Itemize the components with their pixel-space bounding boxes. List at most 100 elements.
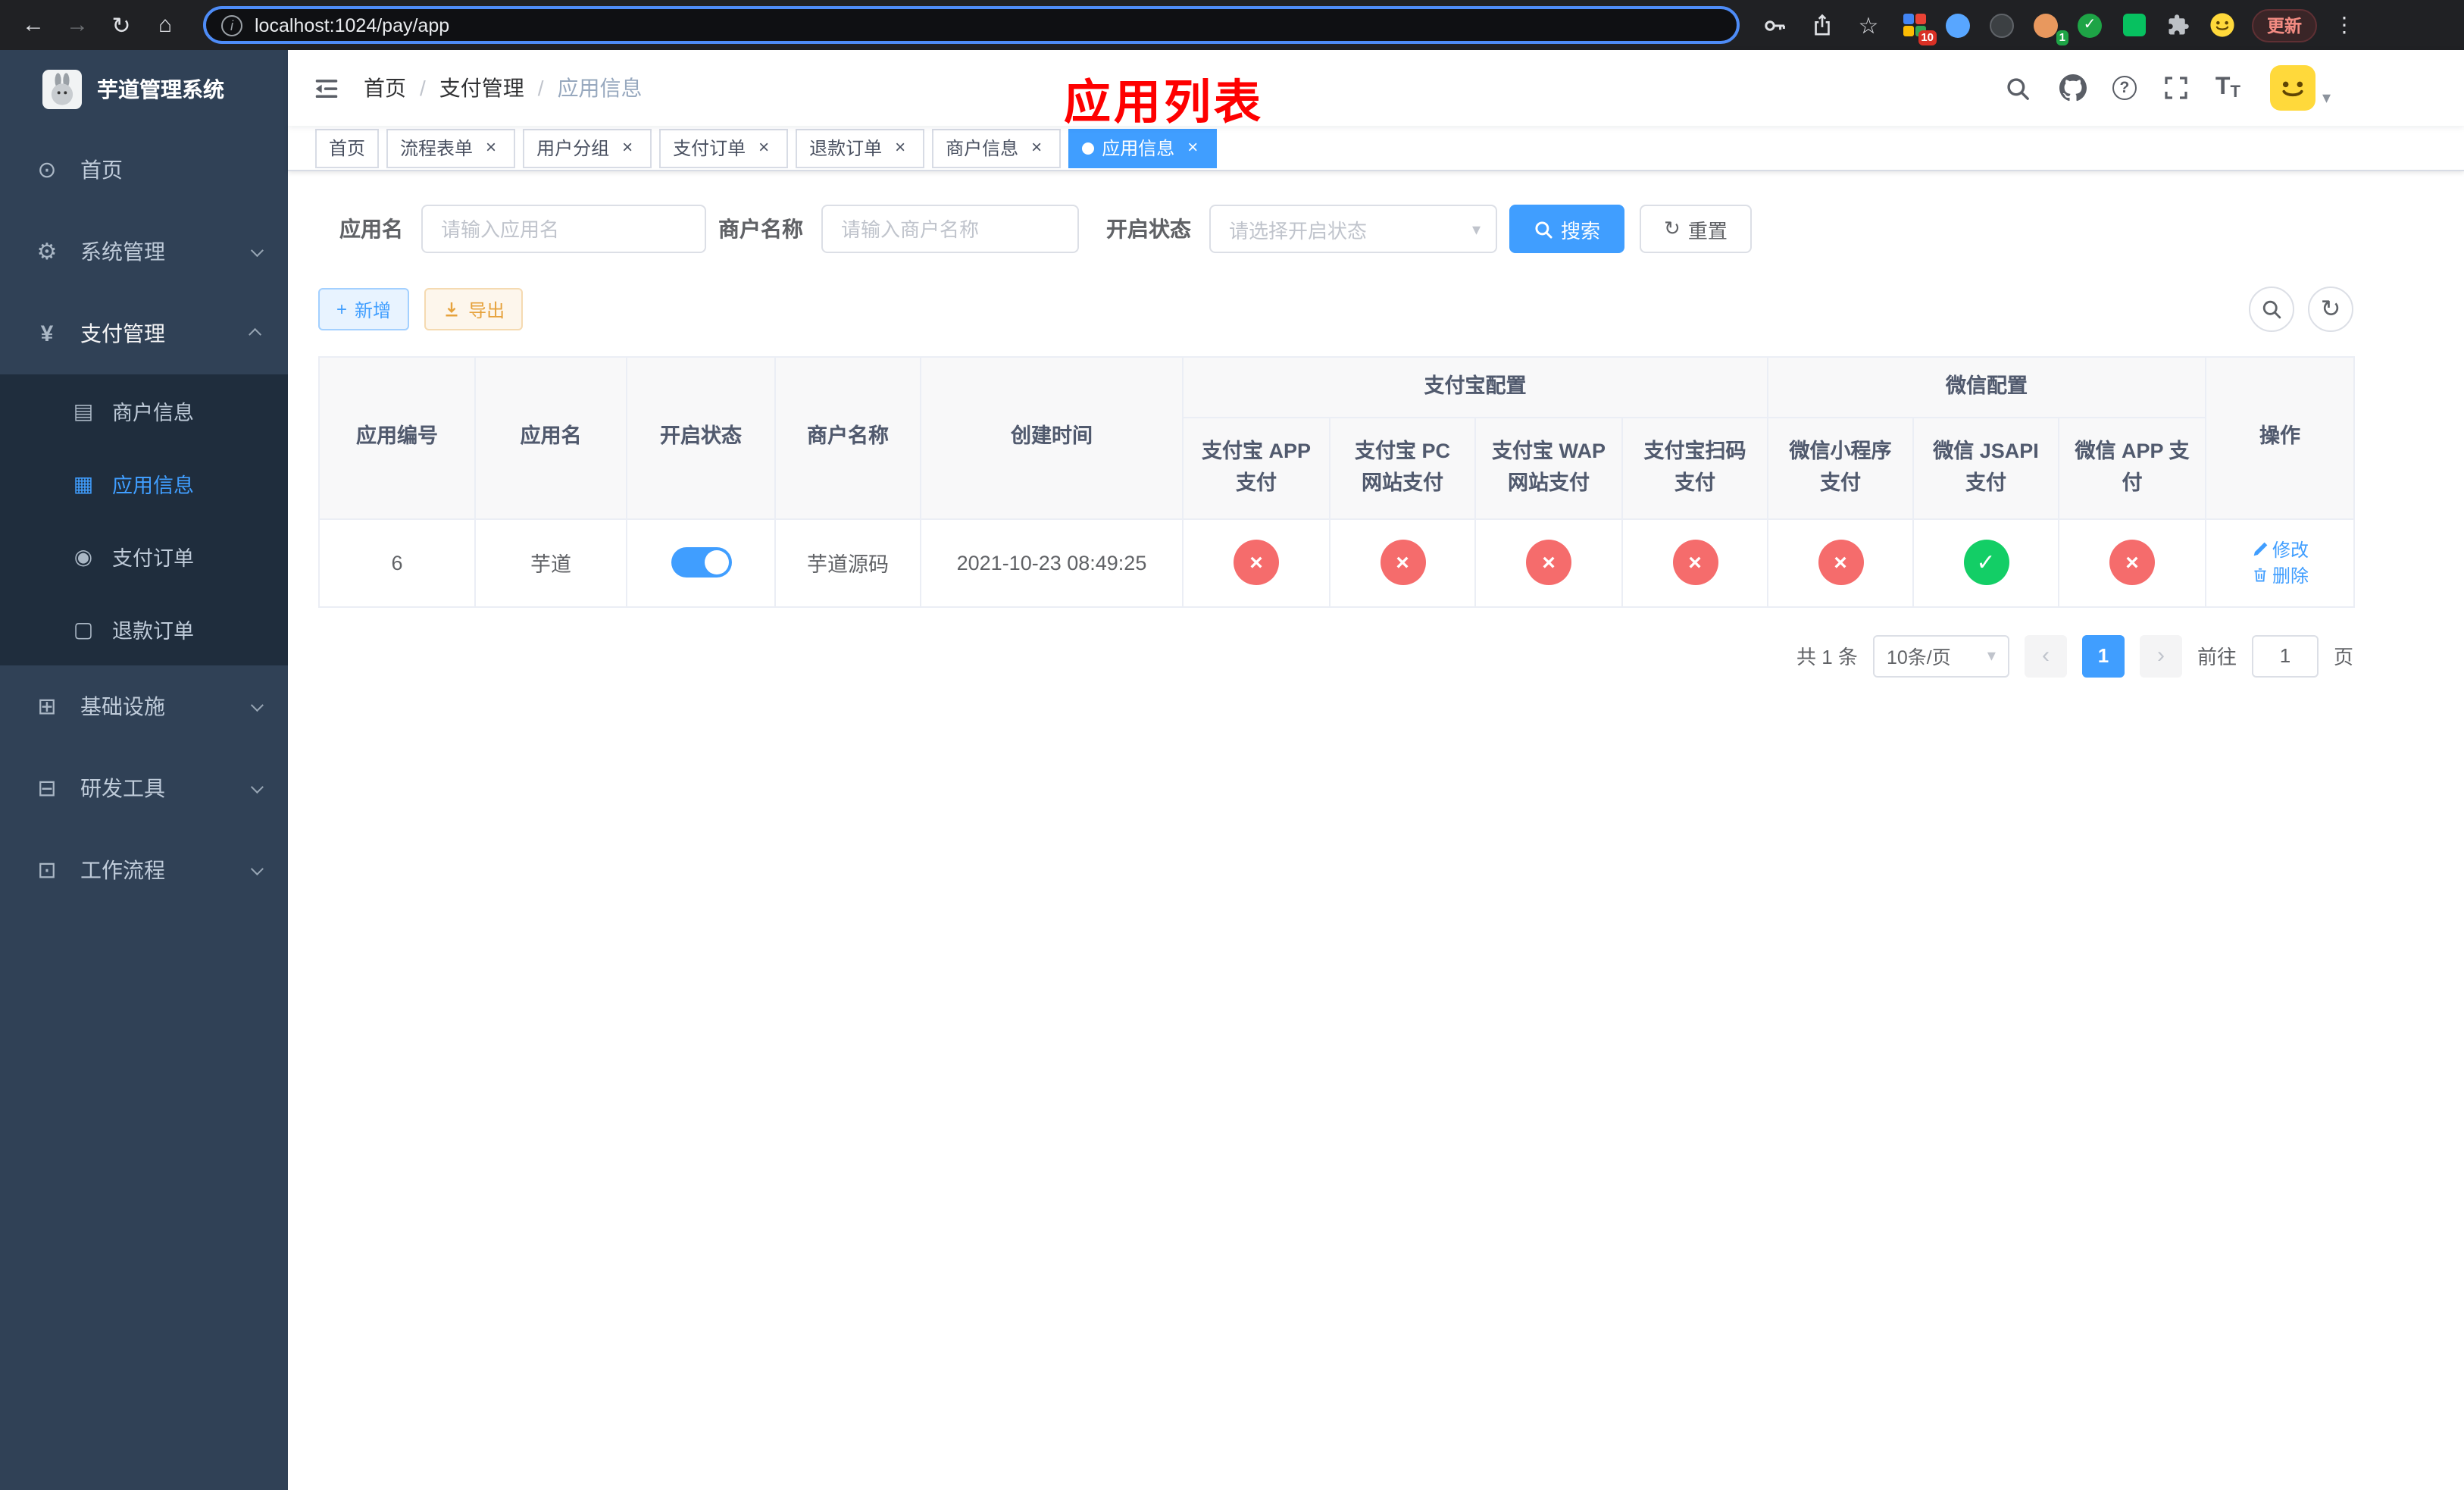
sidebar-item-system[interactable]: ⚙ 系统管理 <box>0 211 288 293</box>
reset-button[interactable]: ↻ 重置 <box>1640 205 1752 253</box>
page-size-select[interactable]: 10条/页 ▾ <box>1872 634 2009 678</box>
infrastructure-icon: ⊞ <box>37 694 57 720</box>
extension-avatar-icon[interactable]: 1 <box>2032 11 2068 45</box>
plus-icon: + <box>336 299 348 320</box>
bookmark-star-icon[interactable]: ☆ <box>1853 10 1884 40</box>
logo-rabbit-icon <box>42 70 82 109</box>
url-bar[interactable]: i localhost:1024/pay/app <box>203 6 1740 44</box>
chevron-down-icon <box>250 244 264 258</box>
help-icon[interactable]: ? <box>2112 76 2137 100</box>
browser-menu-icon[interactable]: ⋮ <box>2334 12 2355 38</box>
extension-check-icon[interactable]: ✓ <box>2076 11 2103 39</box>
wechat-app-status-icon: × <box>2109 540 2155 586</box>
add-button[interactable]: + 新增 <box>318 288 410 330</box>
tab-user-group[interactable]: 用户分组 × <box>523 128 652 167</box>
sidebar-item-refund-order[interactable]: ▢ 退款订单 <box>0 593 288 665</box>
tab-close-icon[interactable]: × <box>480 136 502 158</box>
user-menu[interactable]: ▾ <box>2270 65 2331 111</box>
tab-process-form[interactable]: 流程表单 × <box>386 128 516 167</box>
screen: ← → ↻ ⌂ i localhost:1024/pay/app ☆ 10 1 … <box>0 0 2464 1490</box>
sidebar-item-payment-order[interactable]: ◉ 支付订单 <box>0 520 288 593</box>
password-key-icon[interactable] <box>1759 10 1790 40</box>
tab-close-icon[interactable]: × <box>1026 136 1047 158</box>
tab-close-icon[interactable]: × <box>617 136 638 158</box>
url-text: localhost:1024/pay/app <box>255 14 450 36</box>
prev-page-button[interactable]: ‹ <box>2024 634 2067 678</box>
chevron-down-icon: ▾ <box>1471 221 1481 239</box>
extensions-puzzle-icon[interactable] <box>2164 11 2191 39</box>
page-info-icon[interactable]: i <box>221 14 242 36</box>
extension-blue-icon[interactable] <box>1944 11 1972 39</box>
export-button[interactable]: 导出 <box>424 288 524 330</box>
extension-green-square-icon[interactable] <box>2120 11 2147 39</box>
tab-close-icon[interactable]: × <box>890 136 911 158</box>
alipay-app-status-icon: × <box>1234 540 1279 586</box>
share-icon[interactable] <box>1806 10 1837 40</box>
sidebar-item-app-info[interactable]: ▦ 应用信息 <box>0 447 288 520</box>
refresh-table-button[interactable]: ↻ <box>2308 286 2353 332</box>
browser-update-button[interactable]: 更新 <box>2252 8 2317 42</box>
status-select[interactable]: 请选择开启状态 ▾ <box>1209 205 1497 253</box>
search-button[interactable]: 搜索 <box>1509 205 1625 253</box>
app-logo[interactable]: 芋道管理系统 <box>0 50 288 129</box>
tags-view: 首页× 流程表单× 用户分组× 支付订单× 退款订单× 商户信息× 应用信息× <box>288 126 2464 171</box>
alipay-pc-status-icon: × <box>1380 540 1425 586</box>
browser-home-icon[interactable]: ⌂ <box>147 7 183 43</box>
wechat-mini-status-icon: × <box>1818 540 1863 586</box>
page-1-button[interactable]: 1 <box>2081 634 2125 678</box>
extension-dark-icon[interactable] <box>1988 11 2015 39</box>
delete-button[interactable]: 删除 <box>2251 563 2309 589</box>
merchant-name-input[interactable] <box>821 205 1079 253</box>
tab-home[interactable]: 首页× <box>315 128 380 167</box>
toggle-search-button[interactable] <box>2249 286 2294 332</box>
sidebar-item-merchant-info[interactable]: ▤ 商户信息 <box>0 374 288 447</box>
browser-forward-icon[interactable]: → <box>59 7 95 43</box>
extension-colorful-icon[interactable]: 10 <box>1900 11 1937 45</box>
alipay-wap-status-icon: × <box>1526 540 1571 586</box>
sidebar-item-label: 首页 <box>80 158 123 182</box>
search-icon[interactable] <box>2003 73 2034 103</box>
caret-down-icon: ▾ <box>2322 89 2331 108</box>
github-icon[interactable] <box>2058 73 2088 103</box>
status-label: 开启状态 <box>1106 217 1191 241</box>
sidebar-item-infrastructure[interactable]: ⊞ 基础设施 <box>0 665 288 747</box>
profile-face-icon[interactable] <box>2208 11 2235 39</box>
edit-button[interactable]: 修改 <box>2251 537 2309 563</box>
sidebar-item-payment[interactable]: ¥ 支付管理 <box>0 293 288 374</box>
col-app-name: 应用名 <box>474 356 627 520</box>
sidebar-item-devtools[interactable]: ⊟ 研发工具 <box>0 747 288 829</box>
chevron-down-icon: ▾ <box>1987 647 1996 666</box>
status-toggle[interactable] <box>671 547 731 578</box>
sidebar-item-workflow[interactable]: ⊡ 工作流程 <box>0 829 288 911</box>
avatar[interactable] <box>2270 65 2316 111</box>
tab-app-info[interactable]: 应用信息 × <box>1068 128 1218 167</box>
search-icon <box>1535 221 1553 238</box>
trash-icon <box>2253 568 2265 582</box>
sidebar-item-label: 工作流程 <box>80 858 165 882</box>
col-group-wechat: 微信配置 <box>1766 356 2207 418</box>
tab-refund-order[interactable]: 退款订单 × <box>796 128 925 167</box>
tab-close-icon[interactable]: × <box>1182 136 1203 158</box>
tab-payment-order[interactable]: 支付订单 × <box>659 128 789 167</box>
refresh-icon: ↻ <box>1664 217 1681 239</box>
breadcrumb-home[interactable]: 首页 <box>364 73 406 103</box>
wechat-jsapi-status-icon: ✓ <box>1963 540 2009 586</box>
app-name-input[interactable] <box>421 205 706 253</box>
browser-reload-icon[interactable]: ↻ <box>103 7 139 43</box>
sidebar-item-label: 退款订单 <box>112 620 194 643</box>
chevron-up-icon <box>249 327 262 341</box>
font-size-icon[interactable]: TT <box>2215 74 2240 102</box>
page-content: 应用名 商户名称 开启状态 请选择开启状态 ▾ 搜索 ↻ 重 <box>288 171 2464 1490</box>
sidebar-item-label: 系统管理 <box>80 239 165 264</box>
app-table: 应用编号 应用名 开启状态 商户名称 创建时间 支付宝配置 微信配置 操作 支付… <box>318 356 2356 608</box>
sidebar-item-home[interactable]: ⊙ 首页 <box>0 129 288 211</box>
next-page-button[interactable]: › <box>2139 634 2182 678</box>
tab-merchant-info[interactable]: 商户信息 × <box>932 128 1062 167</box>
fullscreen-icon[interactable] <box>2161 73 2191 103</box>
tab-close-icon[interactable]: × <box>753 136 774 158</box>
sidebar-item-label: 应用信息 <box>112 474 194 497</box>
breadcrumb-payment[interactable]: 支付管理 <box>439 73 524 103</box>
browser-back-icon[interactable]: ← <box>15 7 52 43</box>
goto-page-input[interactable] <box>2251 634 2319 678</box>
sidebar-toggle-icon[interactable] <box>288 50 364 126</box>
